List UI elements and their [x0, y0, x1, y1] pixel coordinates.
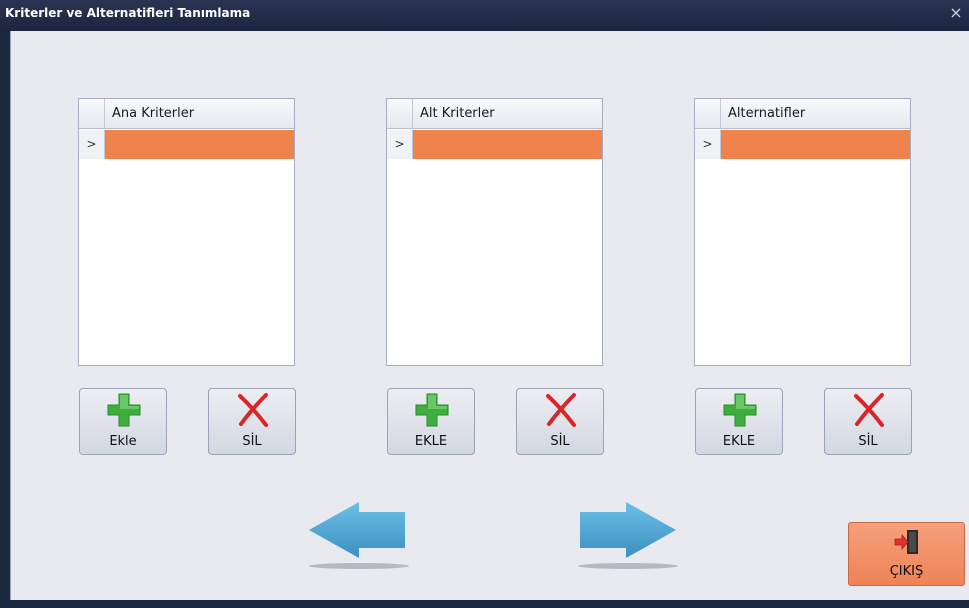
button-label: Ekle — [109, 434, 137, 449]
button-label: SİL — [858, 434, 878, 449]
dialog-window: Kriterler ve Alternatifleri Tanımlama × … — [0, 0, 969, 608]
alternatif-add-button[interactable]: EKLE — [695, 388, 783, 455]
alternatifler-grid[interactable]: Alternatifler > — [694, 98, 911, 366]
alt-kriter-add-button[interactable]: EKLE — [387, 388, 475, 455]
column-header-alt-kriterler[interactable]: Alt Kriterler — [420, 106, 495, 121]
x-icon — [546, 393, 576, 427]
selected-cell[interactable] — [413, 130, 602, 159]
ana-kriterler-grid[interactable]: Ana Kriterler > — [78, 98, 295, 366]
button-label: EKLE — [414, 434, 448, 449]
alternatif-delete-button[interactable]: SİL — [824, 388, 912, 455]
selected-cell[interactable] — [721, 130, 910, 159]
plus-icon — [415, 393, 449, 427]
plus-icon — [107, 393, 141, 427]
button-label: EKLE — [722, 434, 756, 449]
grid-corner — [695, 99, 721, 129]
button-label: SİL — [242, 434, 262, 449]
table-row[interactable]: > — [79, 130, 294, 159]
title-bar[interactable]: Kriterler ve Alternatifleri Tanımlama × — [0, 0, 969, 31]
alt-kriter-delete-button[interactable]: SİL — [516, 388, 604, 455]
row-indicator: > — [387, 130, 413, 159]
grid-corner — [387, 99, 413, 129]
button-label: SİL — [550, 434, 570, 449]
column-header-ana-kriterler[interactable]: Ana Kriterler — [112, 106, 194, 121]
column-header-alternatifler[interactable]: Alternatifler — [728, 106, 805, 121]
close-icon[interactable]: × — [947, 2, 965, 24]
row-indicator: > — [695, 130, 721, 159]
grid-header: Alt Kriterler — [387, 99, 602, 129]
x-icon — [854, 393, 884, 427]
ana-kriter-delete-button[interactable]: SİL — [208, 388, 296, 455]
window-title: Kriterler ve Alternatifleri Tanımlama — [5, 6, 251, 20]
x-icon — [238, 393, 268, 427]
dialog-content: Ana Kriterler > Alt Kriterler > Alternat… — [10, 31, 969, 600]
selected-cell[interactable] — [105, 130, 294, 159]
alt-kriterler-grid[interactable]: Alt Kriterler > — [386, 98, 603, 366]
exit-button[interactable]: ÇIKIŞ — [848, 522, 965, 586]
button-label: ÇIKIŞ — [889, 564, 924, 579]
grid-header: Ana Kriterler — [79, 99, 294, 129]
exit-door-icon — [894, 530, 918, 554]
arrow-right-icon[interactable] — [576, 500, 680, 572]
row-indicator: > — [79, 130, 105, 159]
table-row[interactable]: > — [695, 130, 910, 159]
grid-corner — [79, 99, 105, 129]
arrow-left-icon[interactable] — [307, 500, 411, 572]
table-row[interactable]: > — [387, 130, 602, 159]
plus-icon — [723, 393, 757, 427]
grid-header: Alternatifler — [695, 99, 910, 129]
ana-kriter-add-button[interactable]: Ekle — [79, 388, 167, 455]
